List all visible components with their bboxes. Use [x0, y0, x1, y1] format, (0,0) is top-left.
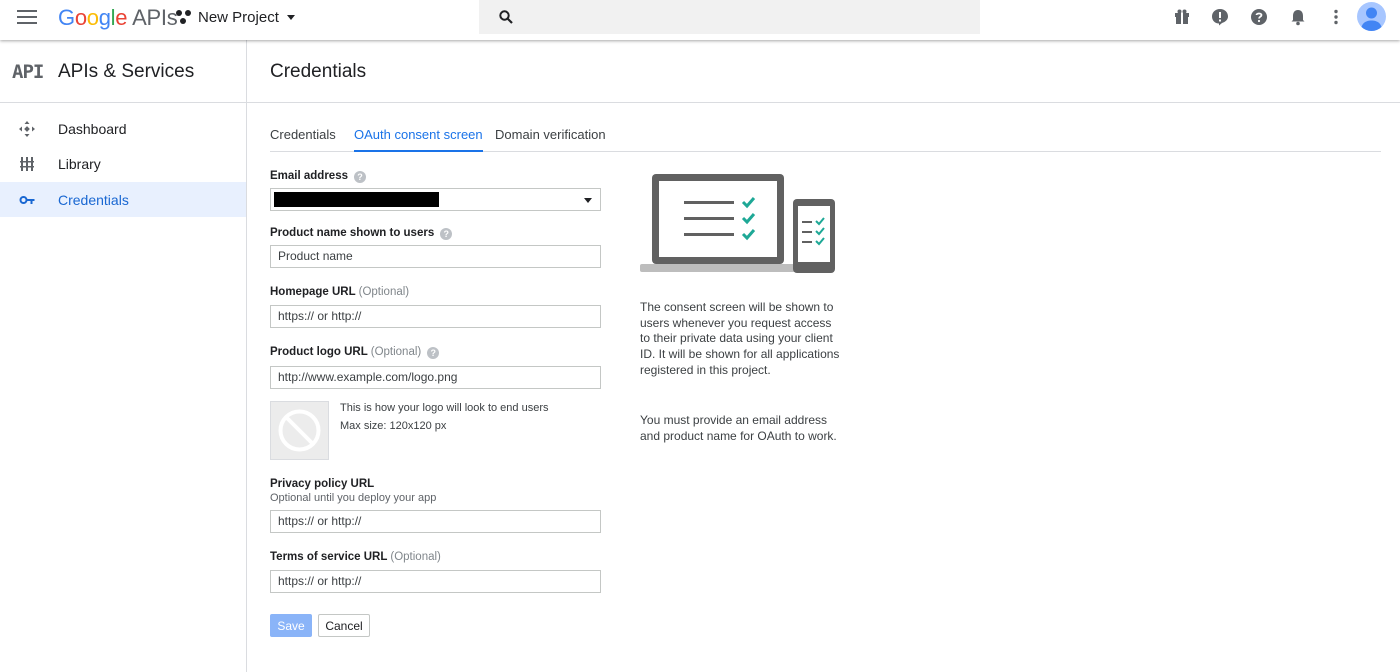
product-logo-url-label: Product logo URL (Optional)?	[270, 346, 440, 359]
search-bar[interactable]	[479, 0, 980, 34]
account-icon	[1361, 7, 1382, 31]
terms-of-service-url-input[interactable]: https:// or http://	[270, 570, 601, 593]
help-icon[interactable]: ?	[440, 228, 453, 240]
homepage-url-input[interactable]: https:// or http://	[270, 305, 601, 328]
key-icon	[19, 196, 35, 204]
search-icon[interactable]	[499, 10, 513, 24]
product-logo-url-input[interactable]: http://www.example.com/logo.png	[270, 366, 601, 389]
sidebar-item-credentials[interactable]: Credentials	[0, 182, 246, 217]
privacy-policy-url-input[interactable]: https:// or http://	[270, 510, 601, 533]
notifications-icon[interactable]	[1289, 8, 1307, 26]
top-app-bar: Google APIs New Project	[0, 0, 1400, 40]
help-icon[interactable]	[1250, 8, 1268, 26]
logo-note: This is how your logo will look to end u…	[340, 402, 549, 414]
consent-info-text: The consent screen will be shown to user…	[640, 300, 840, 377]
chevron-down-icon	[584, 198, 592, 203]
project-icon	[176, 9, 192, 25]
tab-bar: Credentials OAuth consent screen Domain …	[270, 118, 1381, 152]
no-image-icon	[278, 409, 321, 452]
product-name-input[interactable]: Product name	[270, 245, 601, 268]
feedback-icon[interactable]	[1211, 8, 1229, 26]
sidebar-item-label: Credentials	[58, 191, 129, 208]
sidebar-item-library[interactable]: Library	[0, 146, 246, 181]
gift-icon[interactable]	[1173, 8, 1191, 26]
menu-icon[interactable]	[17, 10, 37, 26]
sidebar-item-label: Dashboard	[58, 120, 127, 137]
logo-max-size: Max size: 120x120 px	[340, 420, 447, 432]
email-select[interactable]	[270, 188, 601, 211]
project-name: New Project	[198, 8, 279, 26]
terms-of-service-label: Terms of service URL (Optional)	[270, 551, 441, 563]
redacted-email-value	[274, 192, 439, 207]
sidebar-header: API APIs & Services	[0, 40, 246, 103]
avatar[interactable]	[1357, 2, 1386, 31]
sidebar-title: APIs & Services	[58, 61, 195, 82]
consent-requirement-text: You must provide an email address and pr…	[640, 413, 837, 443]
dashboard-icon	[19, 121, 35, 137]
chevron-down-icon	[286, 14, 295, 20]
api-badge: API	[12, 61, 44, 83]
product-name-label: Product name shown to users?	[270, 227, 453, 240]
email-label: Email address?	[270, 170, 366, 183]
library-icon	[20, 157, 34, 171]
homepage-url-label: Homepage URL (Optional)	[270, 286, 410, 298]
more-vert-icon[interactable]	[1327, 8, 1345, 26]
page-title: Credentials	[270, 61, 367, 82]
project-selector[interactable]: New Project	[176, 7, 295, 27]
tab-oauth-consent-screen[interactable]: OAuth consent screen	[354, 127, 483, 152]
save-button[interactable]: Save	[270, 614, 312, 637]
help-icon[interactable]: ?	[427, 347, 440, 359]
sidebar: API APIs & Services Dashboard Library Cr…	[0, 40, 247, 672]
privacy-policy-label: Privacy policy URL	[270, 478, 375, 490]
consent-screen-illustration	[640, 174, 835, 273]
privacy-policy-hint: Optional until you deploy your app	[270, 492, 437, 504]
sidebar-item-dashboard[interactable]: Dashboard	[0, 111, 246, 146]
tab-credentials[interactable]: Credentials	[270, 127, 336, 150]
help-icon[interactable]: ?	[353, 171, 366, 183]
sidebar-item-label: Library	[58, 155, 101, 172]
google-apis-logo[interactable]: Google APIs	[58, 5, 178, 31]
cancel-button[interactable]: Cancel	[318, 614, 370, 637]
logo-preview	[270, 401, 329, 460]
page-header: Credentials	[247, 40, 1400, 103]
tab-domain-verification[interactable]: Domain verification	[495, 127, 606, 150]
